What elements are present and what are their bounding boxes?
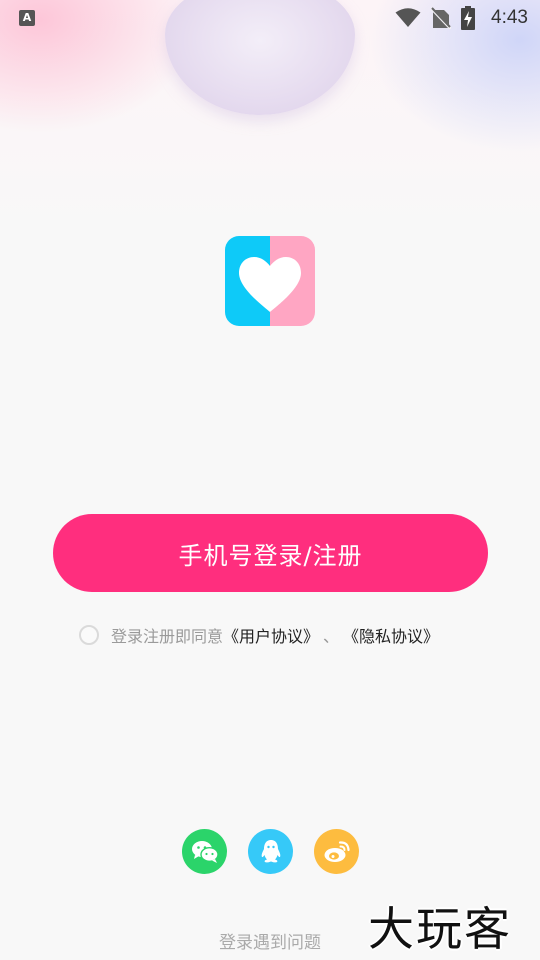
weibo-login-button[interactable] [314, 829, 359, 874]
wifi-icon [395, 8, 421, 27]
notification-app-icon: A [19, 10, 35, 26]
agreement-prefix: 登录注册即同意 [111, 627, 224, 646]
qq-login-button[interactable] [248, 829, 293, 874]
agreement-row: 登录注册即同意 《用户协议》 、 《隐私协议》 [79, 622, 439, 648]
agreement-separator: 、 [323, 627, 340, 646]
status-bar: A 4:43 [0, 0, 540, 36]
qq-icon [261, 839, 280, 862]
status-time: 4:43 [491, 7, 528, 28]
privacy-policy-link[interactable]: 《隐私协议》 [343, 623, 439, 647]
wechat-icon [191, 840, 219, 863]
weibo-icon [324, 840, 350, 862]
heart-logo-icon [239, 257, 301, 312]
no-sim-icon [431, 7, 452, 29]
watermark-text: 大玩客 [368, 902, 512, 956]
app-logo [225, 236, 315, 326]
status-bar-right: 4:43 [395, 6, 528, 30]
agreement-checkbox[interactable] [79, 625, 99, 645]
phone-login-button[interactable]: 手机号登录/注册 [53, 514, 488, 592]
battery-charging-icon [461, 6, 476, 30]
user-agreement-link[interactable]: 《用户协议》 [223, 623, 319, 647]
wechat-login-button[interactable] [182, 829, 227, 874]
